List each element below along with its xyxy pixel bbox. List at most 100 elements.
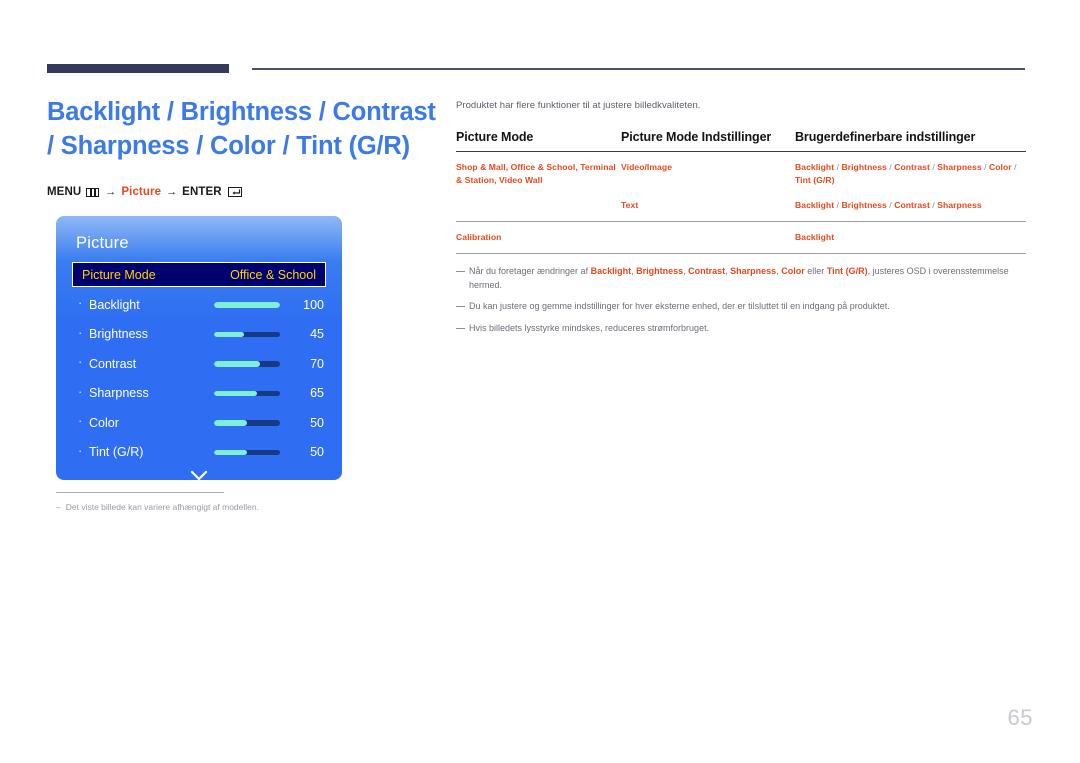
osd-row-value: 100 <box>303 297 324 312</box>
osd-row-color[interactable]: · Color 50 <box>72 408 326 438</box>
setting-name: Color <box>988 162 1012 172</box>
note-dash-icon <box>456 306 465 308</box>
menu-path-arrow-1: → <box>105 186 117 199</box>
header-rule-thin <box>252 68 1025 70</box>
osd-row-brightness[interactable]: · Brightness 45 <box>72 320 326 350</box>
osd-row-label: Contrast <box>89 356 137 371</box>
cell-settings: Video/Image <box>621 162 673 172</box>
note-highlight: Color <box>781 266 805 276</box>
menu-path-highlight[interactable]: Picture <box>121 186 161 198</box>
table-header-row: Picture Mode Picture Mode Indstillinger … <box>456 130 1026 152</box>
osd-slider-fill <box>214 390 257 396</box>
osd-slider[interactable] <box>214 449 280 455</box>
osd-row-label: Color <box>89 415 119 430</box>
osd-row-label: Picture Mode <box>82 267 156 282</box>
cell-picture-mode: Calibration <box>456 231 502 242</box>
right-column: Produktet har flere funktioner til at ju… <box>456 100 1026 254</box>
osd-row-value: 65 <box>310 386 324 401</box>
osd-row-sharpness[interactable]: · Sharpness 65 <box>72 379 326 409</box>
osd-row-value: 45 <box>310 327 324 342</box>
cell-customizable: Backlight <box>795 221 1026 253</box>
cell-customizable: Backlight / Brightness / Contrast / Shar… <box>795 152 1026 197</box>
osd-row-tint-g-r[interactable]: · Tint (G/R) 50 <box>72 438 326 468</box>
bullet-icon: · <box>78 354 83 370</box>
note-highlight: Contrast <box>688 266 726 276</box>
osd-row-label: Brightness <box>89 327 149 342</box>
left-footnote-text: Det viste billede kan variere afhængigt … <box>65 502 259 512</box>
picture-mode-table: Picture Mode Picture Mode Indstillinger … <box>456 130 1026 254</box>
osd-slider[interactable] <box>214 420 280 426</box>
note-plain: Hvis billedets lysstyrke mindskes, reduc… <box>469 322 710 333</box>
menu-path-enter-label: ENTER <box>182 186 222 199</box>
cell-settings <box>621 221 795 253</box>
osd-slider[interactable] <box>214 361 280 367</box>
cell-settings: Text <box>621 199 639 210</box>
setting-name: Brightness <box>841 162 887 172</box>
osd-row-label: Tint (G/R) <box>89 445 144 460</box>
note-plain: Du kan justere og gemme indstillinger fo… <box>469 301 890 311</box>
osd-slider-fill <box>214 331 244 337</box>
note-item: Du kan justere og gemme indstillinger fo… <box>456 300 1028 314</box>
bullet-icon: · <box>78 324 83 340</box>
note-plain: Når du foretager ændringer af <box>469 266 591 276</box>
osd-slider-rows: · Backlight 100 · Brightness 45 · Contrast 70 · Sh… <box>72 290 326 467</box>
bullet-icon: · <box>78 295 83 311</box>
table-header-custom: Brugerdefinerbare indstillinger <box>795 130 976 144</box>
setting-name: Tint (G/R) <box>795 175 835 186</box>
osd-row-contrast[interactable]: · Contrast 70 <box>72 349 326 379</box>
setting-name: Backlight <box>795 199 835 210</box>
osd-row-picture-mode[interactable]: Picture Mode Office & School <box>72 262 326 287</box>
setting-name: Sharpness <box>937 162 982 172</box>
bullet-icon: · <box>78 413 83 429</box>
setting-name: Backlight <box>795 231 835 242</box>
menu-grid-icon <box>86 187 100 197</box>
table-header-settings: Picture Mode Indstillinger <box>621 130 772 144</box>
chevron-down-icon[interactable] <box>72 469 326 480</box>
osd-title: Picture <box>76 234 129 252</box>
osd-row-value: 70 <box>310 356 324 371</box>
menu-path: MENU → Picture → ENTER <box>47 186 437 198</box>
table-row: Shop & Mall, Office & School, Terminal &… <box>456 152 1026 197</box>
setting-name: Contrast <box>894 162 930 172</box>
table-header-picture-mode: Picture Mode <box>456 130 534 144</box>
osd-slider[interactable] <box>214 302 280 308</box>
osd-slider-fill <box>214 420 247 426</box>
right-notes: Når du foretager ændringer af Backlight,… <box>456 265 1028 343</box>
osd-slider[interactable] <box>214 331 280 337</box>
osd-row-backlight[interactable]: · Backlight 100 <box>72 290 326 320</box>
page-title: Backlight / Brightness / Contrast / Shar… <box>47 98 436 160</box>
setting-name: Brightness <box>841 199 887 210</box>
osd-slider[interactable] <box>214 390 280 396</box>
intro-text: Produktet har flere funktioner til at ju… <box>456 100 701 111</box>
osd-row-label: Backlight <box>89 297 140 312</box>
left-footnote-dash: – <box>56 502 61 512</box>
note-highlight: Sharpness <box>730 266 777 276</box>
osd-picture-menu[interactable]: Picture Picture Mode Office & School · Ba… <box>56 216 342 480</box>
note-dash-icon <box>456 271 465 273</box>
separator: / <box>1011 162 1017 172</box>
osd-row-value: 50 <box>310 445 324 460</box>
table-row: Text Backlight / Brightness / Contrast / … <box>456 197 1026 222</box>
bullet-icon: · <box>78 383 83 399</box>
osd-row-label: Sharpness <box>89 386 149 401</box>
left-footnote-item: – Det viste billede kan variere afhængig… <box>56 502 396 514</box>
setting-name: Backlight <box>795 162 835 172</box>
osd-row-value: Office & School <box>230 267 316 282</box>
left-column: Backlight / Brightness / Contrast / Shar… <box>47 96 437 198</box>
note-text: Hvis billedets lysstyrke mindskes, reduc… <box>469 322 1028 336</box>
osd-slider-fill <box>214 361 261 367</box>
page-number: 65 <box>1007 705 1033 730</box>
note-highlight: Backlight <box>590 266 632 276</box>
menu-path-menu-label: MENU <box>47 186 82 199</box>
osd-slider-fill <box>214 302 280 308</box>
osd-row-value: 50 <box>310 415 324 430</box>
cell-picture-mode: Shop & Mall, Office & School, Terminal &… <box>456 162 616 186</box>
note-plain: eller <box>804 266 827 276</box>
note-dash-icon <box>456 327 465 329</box>
cell-customizable: Backlight / Brightness / Contrast / Shar… <box>795 197 1026 222</box>
bullet-icon: · <box>78 442 83 458</box>
osd-slider-fill <box>214 449 247 455</box>
note-highlight: Tint (G/R) <box>826 266 868 276</box>
left-footnote: – Det viste billede kan variere afhængig… <box>56 492 396 514</box>
note-text: Du kan justere og gemme indstillinger fo… <box>469 300 1028 314</box>
